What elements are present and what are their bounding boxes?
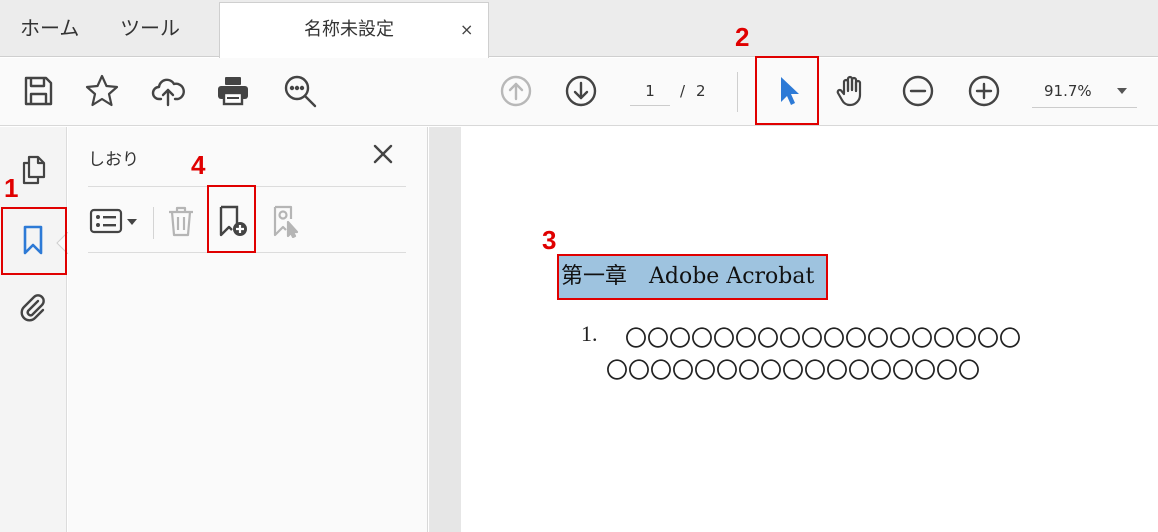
attachment-icon [20, 294, 45, 322]
list-number: 1. [581, 321, 598, 346]
annotation-label-4: 4 [191, 150, 206, 180]
hand-tool-button[interactable] [832, 71, 872, 111]
bookmark-from-selection-button[interactable] [268, 198, 304, 244]
panel-title: しおり [88, 150, 139, 170]
star-icon [85, 74, 119, 107]
annotation-box-new-bookmark [207, 185, 256, 253]
delete-bookmark-button[interactable] [164, 198, 198, 244]
zoom-out-button[interactable] [898, 71, 938, 111]
panel-toolbar-divider [153, 207, 154, 239]
arrow-up-icon [500, 75, 532, 107]
zoom-in-button[interactable] [964, 71, 1004, 111]
page-total: 2 [696, 82, 706, 100]
trash-icon [169, 206, 193, 237]
bookmark-from-selection-icon [273, 205, 299, 238]
document-gutter [429, 127, 461, 532]
annotation-label-1: 1 [4, 173, 19, 203]
annotation-box-bookmarks [1, 207, 67, 275]
annotation-label-3: 3 [542, 225, 557, 255]
page-separator: / [680, 82, 686, 100]
tab-tools[interactable]: ツール [120, 0, 180, 57]
annotation-label-2: 2 [735, 22, 750, 52]
options-icon [89, 208, 137, 234]
zoom-search-icon [284, 75, 317, 108]
tab-document[interactable]: 名称未設定 × [219, 2, 489, 58]
list-text-line-1: 〇〇〇〇〇〇〇〇〇〇〇〇〇〇〇〇〇〇 [625, 326, 1022, 351]
previous-page-button[interactable] [496, 71, 536, 111]
hand-icon [836, 75, 862, 107]
favorite-button[interactable] [82, 71, 122, 111]
zoom-in-icon [968, 75, 1000, 107]
toolbar: 1 / 2 91.7% [0, 58, 1158, 126]
print-icon [218, 77, 248, 106]
list-text-line-2: 〇〇〇〇〇〇〇〇〇〇〇〇〇〇〇〇〇 [606, 358, 981, 383]
document-page[interactable]: 第一章 Adobe Acrobat 1. 〇〇〇〇〇〇〇〇〇〇〇〇〇〇〇〇〇〇 … [461, 127, 1158, 532]
save-button[interactable] [18, 71, 58, 111]
toolbar-divider [737, 72, 738, 112]
save-icon [24, 76, 53, 106]
annotation-box-select-tool [755, 56, 819, 125]
zoom-out-icon [902, 75, 934, 107]
arrow-down-icon [565, 75, 597, 107]
zoom-search-button[interactable] [280, 71, 320, 111]
tab-home[interactable]: ホーム [20, 0, 79, 57]
cloud-upload-icon [151, 78, 185, 107]
close-icon[interactable] [370, 141, 396, 167]
close-tab-icon[interactable]: × [460, 3, 473, 57]
print-button[interactable] [213, 71, 253, 111]
bookmark-options-button[interactable] [88, 198, 142, 244]
annotation-box-heading [557, 254, 828, 300]
page-number-input[interactable]: 1 [630, 76, 670, 106]
upload-button[interactable] [148, 71, 188, 111]
attachments-button[interactable] [10, 285, 56, 331]
chevron-down-icon [1117, 88, 1127, 94]
zoom-level-value: 91.7% [1044, 82, 1092, 100]
zoom-level-select[interactable]: 91.7% [1032, 74, 1137, 108]
tab-bar: ホーム ツール 名称未設定 × [0, 0, 1158, 58]
next-page-button[interactable] [561, 71, 601, 111]
document-tab-label: 名称未設定 [304, 19, 394, 40]
pages-icon [22, 155, 46, 185]
